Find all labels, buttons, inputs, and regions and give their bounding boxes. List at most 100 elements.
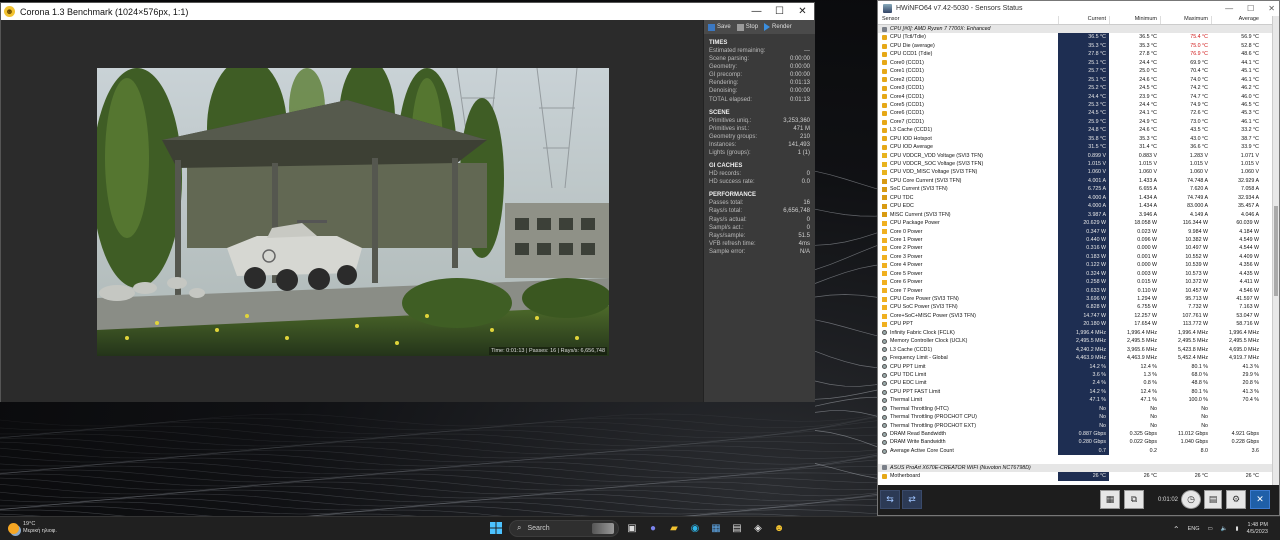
clock-icon[interactable]: ◷ <box>1181 490 1201 509</box>
sensor-row[interactable]: Core 4 Power 0.122 W 0.000 W 10.539 W 4.356 … <box>878 261 1272 270</box>
sensor-row[interactable]: Thermal Throttling (HTC) No No No <box>878 404 1272 414</box>
sensor-row[interactable]: Memory Controller Clock (UCLK) 2,495.5 MH… <box>878 337 1272 346</box>
layout-config-icon[interactable]: ⧉ <box>1124 490 1144 509</box>
calculator-icon[interactable]: ▤ <box>729 519 745 537</box>
sensor-row[interactable]: Core5 (CCD1) 25.3 °C 24.4 °C 74.9 °C 46.5 °C <box>878 100 1272 110</box>
sensor-row[interactable]: Core7 (CCD1) 25.9 °C 24.9 °C 73.0 °C 46.1 °C <box>878 117 1272 127</box>
close-button[interactable]: ✕ <box>1268 4 1275 13</box>
sensor-row[interactable]: L3 Cache (CCD1) 24.8 °C 24.6 °C 43.5 °C 33.2… <box>878 126 1272 135</box>
sensor-table-body[interactable]: CPU [#0]: AMD Ryzen 7 7700X: Enhanced CPU… <box>878 25 1272 487</box>
network-icon[interactable]: ▭ <box>1207 526 1212 532</box>
sensor-row[interactable]: Core+SoC+MISC Power (SVI3 TFN) 14.747 W 12… <box>878 311 1272 321</box>
sensor-row[interactable]: Core 1 Power 0.440 W 0.096 W 10.382 W 4.549 … <box>878 235 1272 245</box>
minimize-button[interactable]: — <box>745 3 768 20</box>
chat-icon[interactable]: ● <box>645 519 661 537</box>
sensor-row[interactable]: CPU EDC 4.000 A 1.434 A 83.000 A 35.457 A <box>878 202 1272 211</box>
volume-icon[interactable]: 🔈 <box>1221 526 1228 532</box>
maximize-button[interactable]: ☐ <box>768 3 791 20</box>
sensor-row[interactable]: Core 0 Power 0.347 W 0.023 W 9.984 W 4.184 W <box>878 227 1272 236</box>
col-header-minimum[interactable]: Minimum <box>1109 16 1160 24</box>
sensor-row[interactable]: Core 6 Power 0.258 W 0.015 W 10.372 W 4.411 … <box>878 278 1272 287</box>
weather-widget[interactable]: 19°C Μερική ηλιοφ. <box>8 521 57 535</box>
windows-start-icon[interactable] <box>488 519 504 537</box>
sensor-scrollbar[interactable] <box>1272 16 1279 487</box>
sensor-row[interactable]: Core1 (CCD1) 25.7 °C 25.0 °C 70.4 °C 45.1 °C <box>878 67 1272 76</box>
sensor-row[interactable]: CPU PPT FAST Limit 14.2 % 12.4 % 80.1 % 41.3… <box>878 387 1272 397</box>
file-explorer-icon[interactable]: ▰ <box>666 519 682 537</box>
sensor-row[interactable]: CPU IOD Hotspot 35.8 °C 35.3 °C 43.0 °C 38.7… <box>878 134 1272 144</box>
sensor-row[interactable]: CPU Core Power (SVI3 TFN) 3.696 W 1.294 W 9… <box>878 295 1272 304</box>
hwinfo-titlebar[interactable]: HWiNFO64 v7.42-5030 - Sensors Status — ☐… <box>878 1 1279 16</box>
edge-browser-icon[interactable]: ◉ <box>687 519 703 537</box>
sensor-row[interactable]: CPU PPT 20.180 W 17.654 W 113.772 W 58.716 W <box>878 320 1272 329</box>
sensor-row[interactable]: Core 3 Power 0.183 W 0.001 W 10.552 W 4.409 … <box>878 252 1272 262</box>
hwinfo-window[interactable]: HWiNFO64 v7.42-5030 - Sensors Status — ☐… <box>877 0 1280 516</box>
sensor-row[interactable]: CPU PPT Limit 14.2 % 12.4 % 80.1 % 41.3 % <box>878 362 1272 371</box>
sensor-row[interactable]: Infinity Fabric Clock (FCLK) 1,996.4 MHz 1… <box>878 328 1272 338</box>
maximize-button[interactable]: ☐ <box>1247 4 1254 13</box>
stop-button[interactable]: Stop <box>735 23 760 31</box>
sensor-row[interactable]: CPU TDC 4.000 A 1.434 A 74.749 A 32.934 A <box>878 193 1272 203</box>
sensor-row[interactable]: CPU IOD Average 31.5 °C 31.4 °C 36.6 °C 33.9… <box>878 143 1272 152</box>
settings-gear-icon[interactable]: ⚙ <box>1226 490 1246 509</box>
sensor-row[interactable]: Core 7 Power 0.633 W 0.110 W 10.457 W 4.546 … <box>878 286 1272 295</box>
language-indicator[interactable]: ENG <box>1188 526 1200 532</box>
sensor-row[interactable]: MISC Current (SVI3 TFN) 3.987 A 3.946 A 4.1… <box>878 210 1272 220</box>
sensor-row[interactable]: Core6 (CCD1) 24.5 °C 24.1 °C 72.6 °C 45.3 °C <box>878 109 1272 118</box>
save-button[interactable]: Save <box>706 23 733 31</box>
sensor-row[interactable]: Motherboard 26 °C 26 °C 26 °C 26 °C <box>878 472 1272 481</box>
sensor-row[interactable]: Thermal Throttling (PROCHOT EXT) No No No <box>878 421 1272 430</box>
nav-arrows-left-icon[interactable]: ⇆ <box>880 490 900 509</box>
sensor-row[interactable]: SoC Current (SVI3 TFN) 6.725 A 6.655 A 7.62… <box>878 185 1272 194</box>
sensor-row[interactable]: CPU EDC Limit 2.4 % 0.8 % 48.8 % 20.8 % <box>878 379 1272 388</box>
sensor-row[interactable]: Core4 (CCD1) 24.4 °C 23.9 °C 74.7 °C 46.0 °C <box>878 92 1272 101</box>
sensor-row[interactable]: CPU VDDCR_VDD Voltage (SVI3 TFN) 0.899 V 0… <box>878 151 1272 160</box>
col-header-current[interactable]: Current <box>1058 16 1109 24</box>
sensor-row[interactable]: L3 Cache (CCD1) 4,240.2 MHz 3,965.6 MHz 5,4… <box>878 345 1272 355</box>
sensor-group-header[interactable]: ASUS ProArt X670E-CREATOR WIFI (Nuvoton … <box>878 463 1272 473</box>
sensor-row[interactable]: Frequency Limit - Global 4,463.9 MHz 4,463… <box>878 354 1272 363</box>
col-header-average[interactable]: Average <box>1211 16 1262 24</box>
sensor-row[interactable]: CPU Package Power 20.629 W 18.058 W 116.344… <box>878 219 1272 228</box>
taskbar-clock[interactable]: 1:48 PM 4/5/2023 <box>1247 522 1268 536</box>
nav-arrows-right-icon[interactable]: ⇄ <box>902 490 922 509</box>
render-button[interactable]: Render <box>762 23 794 31</box>
corona-titlebar[interactable]: ☻ Corona 1.3 Benchmark (1024×576px, 1:1)… <box>1 3 814 20</box>
sensor-group-header[interactable]: CPU [#0]: AMD Ryzen 7 7700X: Enhanced <box>878 25 1272 34</box>
microsoft-store-icon[interactable]: ▦ <box>708 519 724 537</box>
battery-icon[interactable]: ▮ <box>1236 526 1239 532</box>
minimize-button[interactable]: — <box>1225 4 1233 13</box>
col-header-sensor[interactable]: Sensor <box>878 16 1058 24</box>
close-x-icon[interactable]: ✕ <box>1250 490 1270 509</box>
render-viewport[interactable]: Time: 0:01:13 | Passes: 16 | Rays/s: 6,6… <box>1 20 703 402</box>
sensor-row[interactable]: Core0 (CCD1) 25.1 °C 24.4 °C 69.9 °C 44.1 °C <box>878 58 1272 68</box>
task-view-icon[interactable]: ▣ <box>624 519 640 537</box>
col-header-maximum[interactable]: Maximum <box>1160 16 1211 24</box>
sensor-row[interactable]: CPU TDC Limit 3.6 % 1.3 % 68.0 % 29.9 % <box>878 370 1272 380</box>
sensor-row[interactable]: CPU Core Current (SVI3 TFN) 4.001 A 1.433 … <box>878 176 1272 186</box>
sensor-row[interactable]: Average Active Core Count 0.7 0.2 8.0 3.6 <box>878 446 1272 456</box>
sensor-row[interactable]: Thermal Throttling (PROCHOT CPU) No No No <box>878 413 1272 422</box>
network-report-icon[interactable]: ▦ <box>1100 490 1120 509</box>
sensor-row[interactable]: Core3 (CCD1) 25.2 °C 24.5 °C 74.2 °C 46.2 °C <box>878 84 1272 93</box>
sensor-row[interactable]: Core2 (CCD1) 25.1 °C 24.6 °C 74.0 °C 46.1 °C <box>878 75 1272 85</box>
log-file-icon[interactable]: ▤ <box>1204 490 1222 509</box>
sensor-row[interactable]: DRAM Read Bandwidth 0.887 Gbps 0.325 Gbps 1… <box>878 430 1272 439</box>
sensor-row[interactable]: CPU VDDCR_SOC Voltage (SVI3 TFN) 1.015 V 1… <box>878 160 1272 169</box>
sensor-row[interactable]: CPU (Tctl/Tdie) 36.5 °C 36.5 °C 75.4 °C 56.9… <box>878 33 1272 42</box>
taskbar-search[interactable]: ⌕ Search <box>509 519 619 537</box>
scrollbar-thumb[interactable] <box>1274 206 1278 296</box>
sensor-row[interactable]: Core 2 Power 0.316 W 0.000 W 10.497 W 4.544 … <box>878 244 1272 253</box>
tray-overflow-chevron-icon[interactable]: ⌃ <box>1173 525 1180 534</box>
corona-smiley-icon[interactable]: ☻ <box>771 519 787 537</box>
sensor-row[interactable]: Core 5 Power 0.324 W 0.003 W 10.573 W 4.435 … <box>878 269 1272 279</box>
sensor-row[interactable]: DRAM Write Bandwidth 0.280 Gbps 0.022 Gbps… <box>878 438 1272 447</box>
corona-window[interactable]: ☻ Corona 1.3 Benchmark (1024×576px, 1:1)… <box>0 2 815 402</box>
sensor-row[interactable]: CPU SoC Power (SVI3 TFN) 6.828 W 6.755 W 7.… <box>878 303 1272 312</box>
sensor-row[interactable]: Thermal Limit 47.1 % 47.1 % 100.0 % 70.4 % <box>878 396 1272 405</box>
sensor-row[interactable]: CPU VDD_MISC Voltage (SVI3 TFN) 1.060 V 1.… <box>878 168 1272 177</box>
sensor-row[interactable]: CPU CCD1 (Tdie) 27.8 °C 27.8 °C 76.9 °C 48.6… <box>878 50 1272 59</box>
close-button[interactable]: ✕ <box>791 3 814 20</box>
sensor-row[interactable]: CPU Die (average) 35.3 °C 35.3 °C 75.0 °C 52… <box>878 41 1272 51</box>
cube-3d-icon[interactable]: ◈ <box>750 519 766 537</box>
